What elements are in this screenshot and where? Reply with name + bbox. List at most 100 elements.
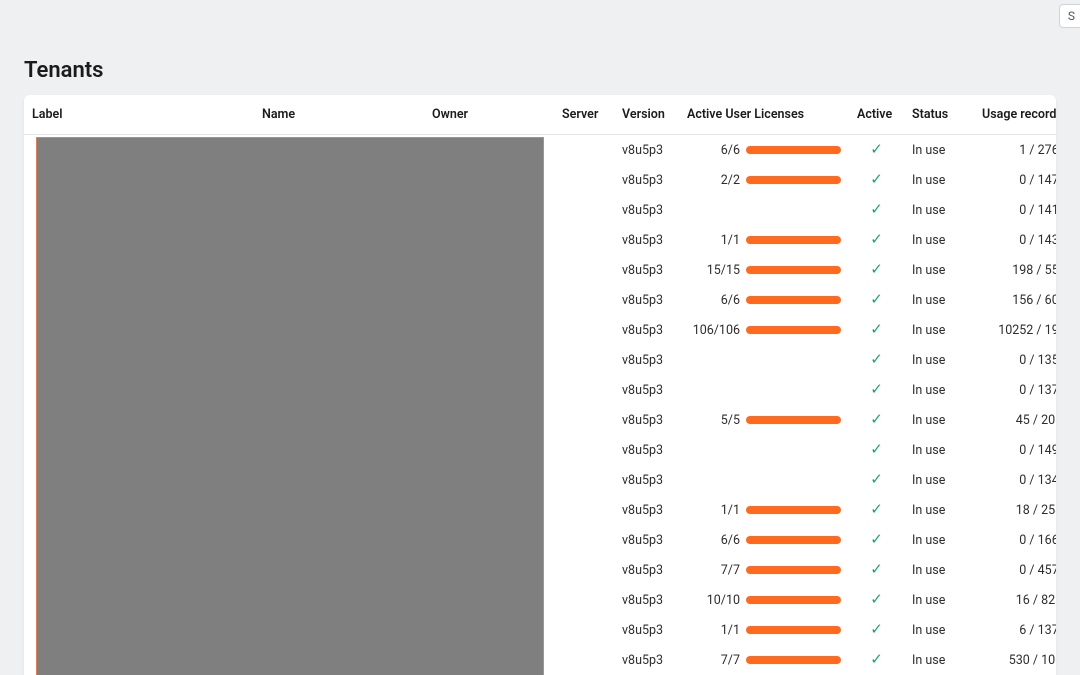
redacted-cell bbox=[24, 165, 254, 195]
redacted-cell bbox=[554, 285, 614, 315]
status-cell: In use bbox=[904, 495, 974, 525]
check-icon: ✓ bbox=[870, 262, 883, 277]
version-cell: v8u5p3 bbox=[614, 315, 679, 345]
status-cell: In use bbox=[904, 405, 974, 435]
redacted-cell bbox=[24, 555, 254, 585]
col-server[interactable]: Server bbox=[554, 95, 614, 135]
table-row[interactable]: v8u5p3106/106✓In use10252 / 19745 bbox=[24, 315, 1056, 345]
redacted-cell bbox=[554, 135, 614, 166]
licenses-bar bbox=[746, 506, 841, 514]
table-row[interactable]: v8u5p37/7✓In use0 / 457 bbox=[24, 555, 1056, 585]
redacted-cell bbox=[554, 645, 614, 675]
table-row[interactable]: v8u5p35/5✓In use45 / 201 bbox=[24, 405, 1056, 435]
redacted-cell bbox=[24, 315, 254, 345]
table-row[interactable]: v8u5p32/2✓In use0 / 147 bbox=[24, 165, 1056, 195]
version-cell: v8u5p3 bbox=[614, 165, 679, 195]
redacted-cell bbox=[424, 315, 554, 345]
table-row[interactable]: v8u5p36/6✓In use1 / 276 bbox=[24, 135, 1056, 166]
usage-cell: 6 / 137 bbox=[974, 615, 1056, 645]
col-version[interactable]: Version bbox=[614, 95, 679, 135]
version-cell: v8u5p3 bbox=[614, 465, 679, 495]
licenses-value: 106/106 bbox=[693, 323, 740, 338]
status-cell: In use bbox=[904, 375, 974, 405]
redacted-cell bbox=[424, 465, 554, 495]
active-cell: ✓ bbox=[849, 555, 904, 585]
active-cell: ✓ bbox=[849, 315, 904, 345]
redacted-cell bbox=[424, 225, 554, 255]
active-cell: ✓ bbox=[849, 165, 904, 195]
redacted-cell bbox=[554, 225, 614, 255]
redacted-cell bbox=[254, 405, 424, 435]
redacted-cell bbox=[554, 525, 614, 555]
check-icon: ✓ bbox=[870, 202, 883, 217]
check-icon: ✓ bbox=[870, 382, 883, 397]
table-row[interactable]: v8u5p315/15✓In use198 / 550 bbox=[24, 255, 1056, 285]
table-row[interactable]: v8u5p3✓In use0 / 137 bbox=[24, 375, 1056, 405]
topbar-button-fragment[interactable]: S bbox=[1059, 4, 1080, 28]
col-licenses[interactable]: Active User Licenses bbox=[679, 95, 849, 135]
redacted-cell bbox=[554, 555, 614, 585]
licenses-cell bbox=[679, 375, 849, 405]
col-active[interactable]: Active bbox=[849, 95, 904, 135]
licenses-bar bbox=[746, 626, 841, 634]
status-cell: In use bbox=[904, 465, 974, 495]
redacted-cell bbox=[254, 555, 424, 585]
tenants-table: Label Name Owner Server Version Active U… bbox=[24, 95, 1056, 675]
col-owner[interactable]: Owner bbox=[424, 95, 554, 135]
redacted-cell bbox=[24, 585, 254, 615]
redacted-cell bbox=[554, 345, 614, 375]
licenses-value: 10/10 bbox=[707, 593, 740, 608]
licenses-value: 6/6 bbox=[721, 293, 740, 308]
version-cell: v8u5p3 bbox=[614, 555, 679, 585]
licenses-bar bbox=[746, 236, 841, 244]
table-row[interactable]: v8u5p37/7✓In use530 / 1004 bbox=[24, 645, 1056, 675]
redacted-cell bbox=[554, 495, 614, 525]
check-icon: ✓ bbox=[870, 142, 883, 157]
redacted-cell bbox=[554, 585, 614, 615]
licenses-bar bbox=[746, 656, 841, 664]
active-cell: ✓ bbox=[849, 375, 904, 405]
usage-cell: 0 / 147 bbox=[974, 165, 1056, 195]
licenses-bar bbox=[746, 536, 841, 544]
version-cell: v8u5p3 bbox=[614, 195, 679, 225]
redacted-cell bbox=[554, 315, 614, 345]
version-cell: v8u5p3 bbox=[614, 645, 679, 675]
table-row[interactable]: v8u5p31/1✓In use6 / 137 bbox=[24, 615, 1056, 645]
redacted-cell bbox=[424, 375, 554, 405]
redacted-cell bbox=[24, 405, 254, 435]
table-row[interactable]: v8u5p31/1✓In use18 / 253 bbox=[24, 495, 1056, 525]
table-row[interactable]: v8u5p3✓In use0 / 141 bbox=[24, 195, 1056, 225]
licenses-cell: 1/1 bbox=[679, 615, 849, 645]
table-row[interactable]: v8u5p3✓In use0 / 135 bbox=[24, 345, 1056, 375]
usage-cell: 156 / 604 bbox=[974, 285, 1056, 315]
licenses-bar bbox=[746, 416, 841, 424]
table-row[interactable]: v8u5p310/10✓In use16 / 821 bbox=[24, 585, 1056, 615]
licenses-value: 7/7 bbox=[721, 653, 740, 668]
col-status[interactable]: Status bbox=[904, 95, 974, 135]
table-row[interactable]: v8u5p36/6✓In use0 / 166 bbox=[24, 525, 1056, 555]
redacted-cell bbox=[424, 495, 554, 525]
usage-cell: 0 / 135 bbox=[974, 345, 1056, 375]
table-row[interactable]: v8u5p3✓In use0 / 134 bbox=[24, 465, 1056, 495]
col-name[interactable]: Name bbox=[254, 95, 424, 135]
table-row[interactable]: v8u5p31/1✓In use0 / 143 bbox=[24, 225, 1056, 255]
status-cell: In use bbox=[904, 525, 974, 555]
version-cell: v8u5p3 bbox=[614, 525, 679, 555]
table-row[interactable]: v8u5p36/6✓In use156 / 604 bbox=[24, 285, 1056, 315]
redacted-cell bbox=[24, 525, 254, 555]
licenses-cell bbox=[679, 435, 849, 465]
status-cell: In use bbox=[904, 255, 974, 285]
licenses-cell bbox=[679, 345, 849, 375]
redacted-cell bbox=[24, 645, 254, 675]
version-cell: v8u5p3 bbox=[614, 585, 679, 615]
redacted-cell bbox=[254, 645, 424, 675]
licenses-value: 1/1 bbox=[721, 623, 740, 638]
version-cell: v8u5p3 bbox=[614, 255, 679, 285]
licenses-bar bbox=[746, 176, 841, 184]
redacted-cell bbox=[254, 135, 424, 166]
table-row[interactable]: v8u5p3✓In use0 / 149 bbox=[24, 435, 1056, 465]
col-label[interactable]: Label bbox=[24, 95, 254, 135]
col-usage[interactable]: Usage recordings / total bbox=[974, 95, 1056, 135]
redacted-cell bbox=[24, 285, 254, 315]
check-icon: ✓ bbox=[870, 472, 883, 487]
